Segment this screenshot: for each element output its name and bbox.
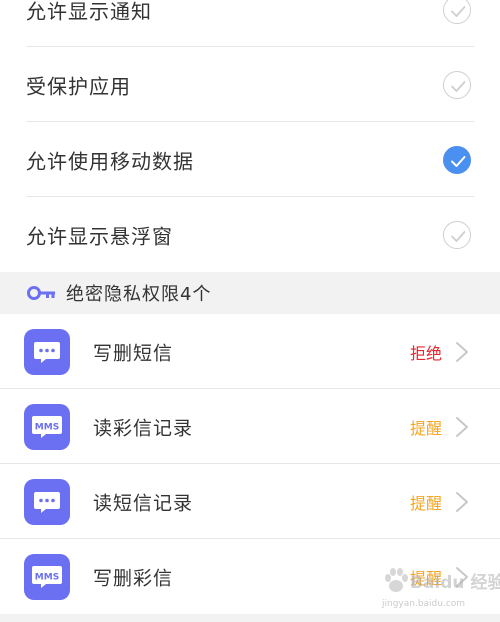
permission-label: 允许显示通知 — [26, 0, 152, 23]
permission-row-show-notifications[interactable]: 允许显示通知 — [0, 0, 500, 47]
watermark-url: jingyan.baidu.com — [382, 599, 466, 609]
mms-icon: MMS — [24, 553, 70, 600]
check-icon — [451, 80, 466, 92]
privacy-section-header: 绝密隐私权限4个 — [0, 272, 500, 314]
mms-icon-text: MMS — [35, 572, 59, 582]
permission-row-protected-app[interactable]: 受保护应用 — [0, 47, 500, 122]
status-badge: 提醒 — [409, 418, 442, 438]
privacy-item-label: 读短信记录 — [93, 492, 194, 514]
checkbox-protected-app[interactable] — [443, 70, 471, 99]
privacy-item-label: 读彩信记录 — [93, 417, 194, 439]
status-badge: 拒绝 — [409, 343, 442, 363]
checkbox-floating-window[interactable] — [443, 220, 471, 249]
status-badge: 提醒 — [409, 493, 442, 513]
paw-logo-icon — [385, 568, 408, 592]
chevron-right-icon — [456, 491, 468, 512]
permission-settings-screen: 允许显示通知 受保护应用 允许使用移动数据 允许显示悬浮窗 绝密隐私权限4个 写… — [0, 0, 500, 622]
chevron-right-icon — [456, 341, 468, 362]
privacy-item-read-mms-records[interactable]: MMS 读彩信记录 提醒 — [0, 389, 500, 464]
check-icon — [451, 5, 466, 17]
check-icon — [451, 155, 466, 167]
sms-icon — [24, 328, 70, 375]
permission-label: 允许显示悬浮窗 — [26, 224, 173, 248]
baidu-jingyan-watermark: Baidu 经验 jingyan.baidu.com — [380, 566, 500, 614]
privacy-item-label: 写删短信 — [93, 342, 174, 364]
mms-icon-text: MMS — [35, 422, 59, 432]
chevron-right-icon — [456, 416, 468, 437]
permission-row-floating-window[interactable]: 允许显示悬浮窗 — [0, 197, 500, 272]
checkbox-mobile-data[interactable] — [443, 145, 471, 174]
permission-label: 受保护应用 — [26, 74, 131, 98]
mms-icon: MMS — [24, 403, 70, 450]
sms-icon — [24, 478, 70, 525]
permission-row-mobile-data[interactable]: 允许使用移动数据 — [0, 122, 500, 197]
section-title: 绝密隐私权限4个 — [66, 284, 212, 305]
check-icon — [451, 230, 466, 242]
key-icon — [27, 286, 55, 300]
privacy-item-read-sms-records[interactable]: 读短信记录 提醒 — [0, 464, 500, 539]
checkbox-show-notifications[interactable] — [443, 0, 471, 24]
bottom-separator — [0, 614, 500, 622]
watermark-text: Baidu 经验 — [410, 573, 500, 593]
privacy-item-write-delete-sms[interactable]: 写删短信 拒绝 — [0, 314, 500, 389]
permission-label: 允许使用移动数据 — [26, 149, 194, 173]
privacy-item-label: 写删彩信 — [93, 567, 174, 589]
